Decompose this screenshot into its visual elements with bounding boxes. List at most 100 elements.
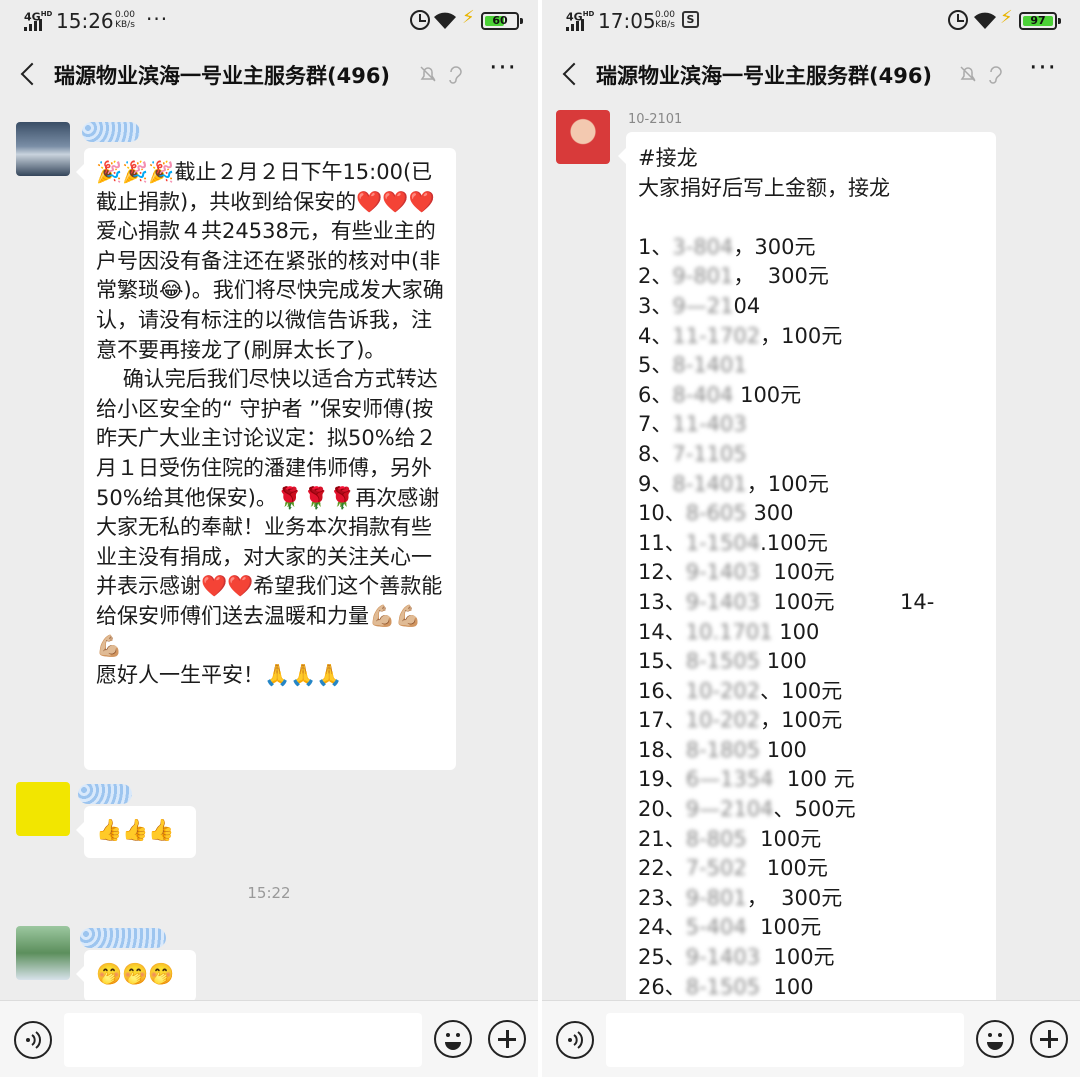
message-list: 10-2101 #接龙 大家捐好后写上金额，接龙 1、3-804，300元 2、9… bbox=[542, 108, 1080, 1000]
list-item-unit-blurred: 8-1805 bbox=[685, 737, 761, 762]
list-item-amount: 100 bbox=[760, 649, 807, 674]
list-item-unit-blurred: 8-404 bbox=[672, 382, 734, 407]
list-item-unit-blurred: 8-1401 bbox=[672, 471, 747, 496]
avatar[interactable] bbox=[556, 110, 610, 164]
list-item-amount: 100元 bbox=[733, 382, 802, 407]
list-item-amount: 100元 bbox=[746, 856, 828, 881]
list-item: 18、8-1805 100 bbox=[638, 736, 984, 766]
list-item-unit-blurred: 3-804 bbox=[672, 234, 734, 259]
donation-list: 1、3-804，300元 2、9-801， 300元 3、9—2104 4、11-17… bbox=[638, 233, 984, 1000]
alarm-icon bbox=[410, 10, 430, 30]
alarm-icon bbox=[948, 10, 968, 30]
list-item-unit-blurred: 8-1505 bbox=[685, 974, 761, 999]
more-options-button[interactable]: ··· bbox=[1026, 55, 1060, 90]
list-item-number: 10、 bbox=[638, 501, 686, 526]
list-item: 11、1-1504.100元 bbox=[638, 529, 984, 559]
message-bubble[interactable]: 👍👍👍 bbox=[76, 806, 196, 858]
list-item: 8、7-1105 bbox=[638, 440, 984, 470]
sender-name bbox=[82, 122, 140, 142]
chat-header: 瑞源物业滨海一号业主服务群(496) ··· bbox=[0, 40, 538, 108]
back-arrow-icon[interactable] bbox=[14, 58, 44, 90]
input-bar bbox=[542, 1000, 1080, 1077]
message-line: 大家捐好后写上金额，接龙 bbox=[638, 175, 890, 200]
list-item-unit-blurred: 10.1701 bbox=[685, 619, 773, 644]
list-item-unit-blurred: 8-805 bbox=[685, 826, 747, 851]
message-bubble[interactable]: 🤭🤭🤭 bbox=[76, 950, 196, 1000]
list-item-amount: 100元 bbox=[760, 560, 835, 585]
list-item-number: 17、 bbox=[638, 708, 686, 733]
voice-icon[interactable] bbox=[556, 1021, 594, 1059]
list-item-amount: 100 bbox=[760, 737, 807, 762]
list-item-amount: 300 bbox=[746, 501, 794, 526]
network-speed: 0.00 KB/s bbox=[114, 10, 136, 30]
list-item: 13、9-1403 100元 14- bbox=[638, 588, 984, 618]
list-item-number: 9、 bbox=[638, 471, 673, 496]
status-bar: 4GHD 17:05 0.00 KB/s S ⚡ 97 bbox=[542, 0, 1080, 40]
signal-icon bbox=[566, 19, 588, 31]
more-options-button[interactable]: ··· bbox=[486, 55, 520, 90]
list-item: 19、6—1354 100 元 bbox=[638, 765, 984, 795]
list-item-unit-blurred: 5-404 bbox=[685, 915, 747, 940]
list-item-amount: 100元 bbox=[760, 945, 835, 970]
plus-icon[interactable] bbox=[488, 1020, 526, 1058]
voice-icon[interactable] bbox=[14, 1021, 52, 1059]
emoji-icon[interactable] bbox=[434, 1020, 472, 1058]
list-item-unit-blurred: 8-1505 bbox=[685, 649, 761, 674]
network-speed: 0.00 KB/s bbox=[654, 10, 676, 30]
avatar[interactable] bbox=[16, 926, 70, 980]
list-item-amount: ，100元 bbox=[760, 708, 843, 733]
list-item-number: 25、 bbox=[638, 945, 686, 970]
list-item-number: 12、 bbox=[638, 560, 686, 585]
left-phone-screen: 4GHD 15:26 0.00 KB/s ··· ⚡ 60 瑞源物业滨海一号业主… bbox=[0, 0, 538, 1077]
emoji-icon[interactable] bbox=[976, 1020, 1014, 1058]
message-input[interactable] bbox=[606, 1013, 964, 1067]
list-item: 20、9—2104、500元 bbox=[638, 795, 984, 825]
earpiece-icon bbox=[989, 66, 1002, 84]
list-item-number: 13、 bbox=[638, 589, 686, 614]
list-item-amount: ，100元 bbox=[746, 471, 829, 496]
list-item: 4、11-1702，100元 bbox=[638, 322, 984, 352]
charging-icon: ⚡ bbox=[462, 7, 475, 28]
list-item-unit-blurred: 8-1401 bbox=[672, 353, 747, 378]
battery-icon: 97 bbox=[1019, 12, 1061, 30]
mute-bell-icon bbox=[420, 66, 436, 82]
list-item: 23、9-801， 300元 bbox=[638, 884, 984, 914]
list-item-unit-blurred: 9-801 bbox=[685, 885, 747, 910]
back-arrow-icon[interactable] bbox=[556, 58, 586, 90]
list-item-unit-blurred: 9-1403 bbox=[685, 560, 761, 585]
list-item-amount: 100 bbox=[760, 974, 814, 999]
charging-icon: ⚡ bbox=[1000, 7, 1013, 28]
status-bar: 4GHD 15:26 0.00 KB/s ··· ⚡ 60 bbox=[0, 0, 538, 40]
signal-icon bbox=[24, 19, 46, 31]
list-item-amount: ，300元 bbox=[733, 234, 816, 259]
sender-name bbox=[80, 928, 166, 948]
list-item-number: 16、 bbox=[638, 678, 686, 703]
sender-name: 10-2101 bbox=[628, 112, 683, 127]
list-item-amount: ， 300元 bbox=[746, 885, 843, 910]
list-item: 1、3-804，300元 bbox=[638, 233, 984, 263]
list-item-tail: 14- bbox=[900, 589, 935, 614]
list-item-number: 20、 bbox=[638, 797, 686, 822]
list-item-amount: 100 bbox=[772, 619, 820, 644]
avatar[interactable] bbox=[16, 122, 70, 176]
list-item-number: 7、 bbox=[638, 412, 673, 437]
list-item-unit-blurred: 8-605 bbox=[685, 501, 747, 526]
list-item-number: 14、 bbox=[638, 619, 686, 644]
chat-header: 瑞源物业滨海一号业主服务群(496) ··· bbox=[542, 40, 1080, 108]
status-time: 15:26 bbox=[56, 9, 114, 33]
message-bubble[interactable]: #接龙 大家捐好后写上金额，接龙 1、3-804，300元 2、9-801， 30… bbox=[618, 132, 996, 1000]
message-input[interactable] bbox=[64, 1013, 422, 1067]
list-item: 25、9-1403 100元 bbox=[638, 943, 984, 973]
list-item-unit-blurred: 9—21 bbox=[672, 293, 734, 318]
list-item: 24、5-404 100元 bbox=[638, 913, 984, 943]
list-item-number: 3、 bbox=[638, 293, 673, 318]
list-item: 10、8-605 300 bbox=[638, 499, 984, 529]
message-bubble[interactable]: 🎉🎉🎉截止２月２日下午15:00(已截止捐款)，共收到给保安的❤️❤️❤️爱心捐… bbox=[76, 148, 456, 770]
avatar[interactable] bbox=[16, 782, 70, 836]
plus-icon[interactable] bbox=[1030, 1020, 1068, 1058]
list-item: 26、8-1505 100 bbox=[638, 973, 984, 1000]
list-item-number: 11、 bbox=[638, 530, 686, 555]
list-item: 12、9-1403 100元 bbox=[638, 558, 984, 588]
list-item-unit-blurred: 11-1702 bbox=[672, 323, 761, 348]
wifi-icon bbox=[974, 12, 996, 29]
